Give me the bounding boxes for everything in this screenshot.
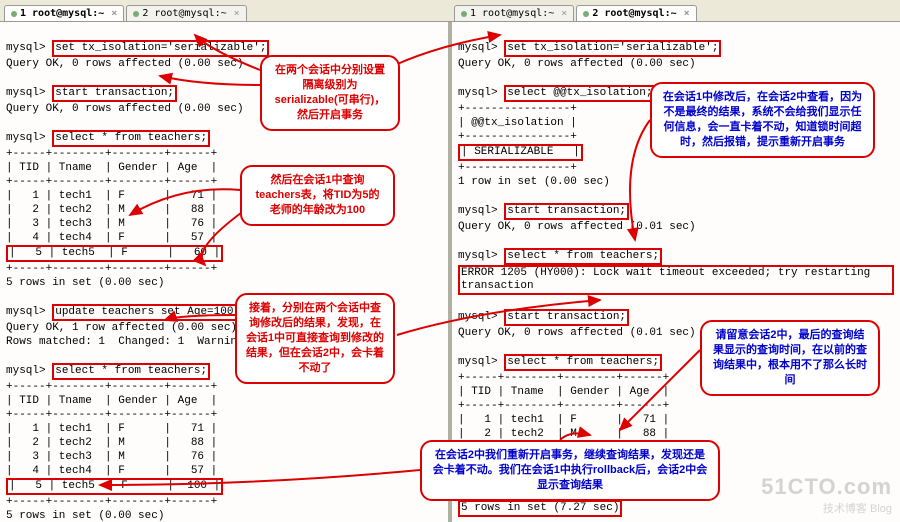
prompt: mysql> [6,42,46,54]
watermark-url: 51CTO.com [761,474,892,500]
table-row: | 3 | tech3 | M | 76 | [6,218,217,230]
watermark-sub: 技术博客 Blog [761,500,892,516]
close-icon[interactable]: × [561,8,567,19]
iso-header: | @@tx_isolation | [458,117,577,129]
table-row: | 4 | tech4 | F | 57 | [6,232,217,244]
rows-timing: 5 rows in set (7.27 sec) [458,500,622,517]
output: 5 rows in set (0.00 sec) [6,510,164,522]
tab-label: 2 root@mysql:~ [592,8,676,19]
tabs-right: 1 root@mysql:~ × 2 root@mysql:~ × [450,0,900,22]
output: Query OK, 0 rows affected (0.00 sec) [458,58,696,70]
cmd-start-transaction: start transaction; [504,309,629,326]
table-row: | 2 | tech2 | M | 88 | [6,204,217,216]
error-output: ERROR 1205 (HY000): Lock wait timeout ex… [458,265,894,295]
output: Query OK, 0 rows affected (0.00 sec) [6,58,244,70]
tab-label: 2 root@mysql:~ [142,8,226,19]
tab-2-right[interactable]: 2 root@mysql:~ × [576,5,696,21]
tab-1-right[interactable]: 1 root@mysql:~ × [454,5,574,21]
output: Query OK, 0 rows affected (0.01 sec) [458,327,696,339]
output: 1 row in set (0.00 sec) [458,176,610,188]
table-row: | 1 | tech1 | F | 71 | [458,414,669,426]
output: Query OK, 0 rows affected (0.00 sec) [6,103,244,115]
table-row: | 2 | tech2 | M | 88 | [458,428,669,440]
cmd-set-isolation: set tx_isolation='serializable'; [52,40,269,57]
table-header: | TID | Tname | Gender | Age | [6,395,217,407]
cmd-start-transaction: start transaction; [504,203,629,220]
cmd-set-isolation: set tx_isolation='serializable'; [504,40,721,57]
table-row: | 1 | tech1 | F | 71 | [6,423,217,435]
cmd-select: select * from teachers; [52,130,210,147]
iso-value: | SERIALIZABLE | [458,144,583,161]
close-icon[interactable]: × [234,8,240,19]
table-row-highlight: | 5 | tech5 | F | 100 | [6,478,223,495]
inactive-dot-icon [133,11,139,17]
output: 5 rows in set (0.00 sec) [6,277,164,289]
table-row: | 2 | tech2 | M | 88 | [6,437,217,449]
output: Query OK, 0 rows affected (0.01 sec) [458,221,696,233]
table-row-highlight: | 5 | tech5 | F | 60 | [6,245,223,262]
tab-label: 1 root@mysql:~ [20,8,104,19]
tab-1-left[interactable]: 1 root@mysql:~ × [4,5,124,21]
table-header: | TID | Tname | Gender | Age | [6,162,217,174]
output: Rows matched: 1 Changed: 1 Warnings: 0 [6,336,270,348]
tab-2-left[interactable]: 2 root@mysql:~ × [126,5,246,21]
callout-1: 在两个会话中分别设置隔离级别为serializable(可串行)，然后开启事务 [260,55,400,131]
callout-3: 接着，分别在两个会话中查询修改后的结果，发现，在会话1中可直接查询到修改的结果，… [235,293,395,384]
active-dot-icon [583,11,589,17]
cmd-select: select * from teachers; [52,363,210,380]
cmd-select: select * from teachers; [504,354,662,371]
inactive-dot-icon [461,11,467,17]
callout-4: 在会话1中修改后，在会话2中查看，因为不是最终的结果，系统不会给我们显示任何信息… [650,82,875,158]
close-icon[interactable]: × [684,8,690,19]
close-icon[interactable]: × [111,8,117,19]
cmd-select-isolation: select @@tx_isolation; [504,85,655,102]
table-row: | 3 | tech3 | M | 76 | [6,451,217,463]
tab-label: 1 root@mysql:~ [470,8,554,19]
tabs-left: 1 root@mysql:~ × 2 root@mysql:~ × [0,0,450,22]
watermark: 51CTO.com 技术博客 Blog [761,474,892,516]
table-row: | 1 | tech1 | F | 71 | [6,190,217,202]
callout-5: 请留意会话2中，最后的查询结果显示的查询时间，在以前的查询结果中，根本用不了那么… [700,320,880,396]
table-row: | 4 | tech4 | F | 57 | [6,465,217,477]
table-header: | TID | Tname | Gender | Age | [458,386,669,398]
active-dot-icon [11,11,17,17]
output: Query OK, 1 row affected (0.00 sec) [6,322,237,334]
cmd-select: select * from teachers; [504,248,662,265]
cmd-start-transaction: start transaction; [52,85,177,102]
callout-2: 然后在会话1中查询teachers表，将TID为5的老师的年龄改为100 [240,165,395,226]
callout-6: 在会话2中我们重新开启事务，继续查询结果，发现还是会卡着不动。我们在会话1中执行… [420,440,720,501]
